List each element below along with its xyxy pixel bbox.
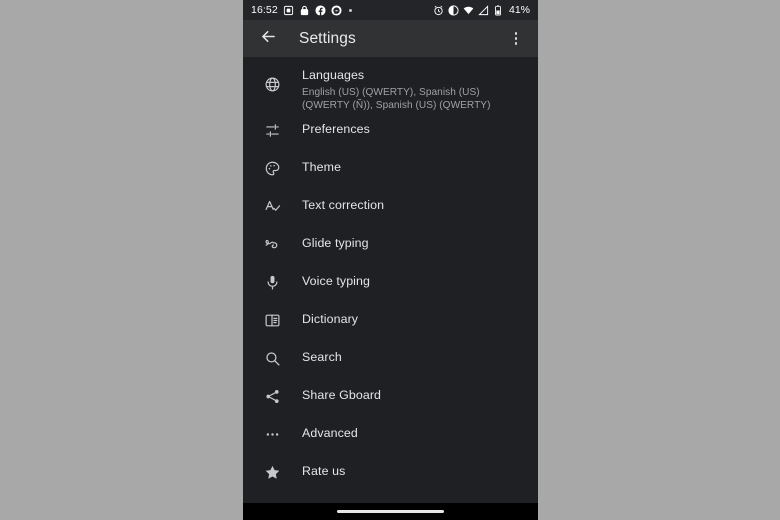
screenshot-canvas: 16:52 41% Settings Languages English (US… <box>0 0 780 520</box>
do-not-disturb-icon <box>448 4 459 16</box>
settings-item-text: Text correction <box>302 198 538 214</box>
settings-item-rate-us[interactable]: Rate us <box>243 453 538 491</box>
language-globe-icon <box>259 76 285 93</box>
tune-sliders-icon <box>259 122 285 139</box>
settings-item-subtitle: English (US) (QWERTY), Spanish (US) (QWE… <box>302 86 491 111</box>
settings-item-title: Share Gboard <box>302 388 382 403</box>
settings-item-text: Rate us <box>302 464 538 480</box>
palette-icon <box>259 160 285 177</box>
settings-item-title: Search <box>302 350 342 365</box>
phone-screen: 16:52 41% Settings Languages English (US… <box>243 0 538 520</box>
status-bar-right-group: 41% <box>433 5 530 16</box>
dictionary-book-icon <box>259 312 285 329</box>
settings-list[interactable]: Languages English (US) (QWERTY), Spanish… <box>243 57 538 503</box>
overflow-menu-button[interactable] <box>506 28 526 50</box>
app-bar: Settings <box>243 20 538 57</box>
settings-item-share-gboard[interactable]: Share Gboard <box>243 377 538 415</box>
settings-item-text-correction[interactable]: Text correction <box>243 187 538 225</box>
back-button[interactable] <box>257 28 279 50</box>
status-bar: 16:52 41% <box>243 0 538 20</box>
overflow-dot <box>514 37 518 40</box>
settings-item-text: Search <box>302 350 538 366</box>
settings-item-text: Languages English (US) (QWERTY), Spanish… <box>302 68 538 112</box>
settings-item-text: Voice typing <box>302 274 538 290</box>
more-notifications-dot <box>348 8 352 12</box>
settings-item-title: Languages <box>302 68 365 82</box>
screenshot-icon <box>283 5 294 16</box>
star-icon <box>259 464 285 481</box>
overflow-dot <box>514 42 518 45</box>
share-icon <box>259 388 285 405</box>
page-title: Settings <box>299 29 356 47</box>
settings-item-theme[interactable]: Theme <box>243 149 538 187</box>
settings-item-text: Theme <box>302 160 538 176</box>
settings-item-text: Preferences <box>302 122 538 138</box>
settings-item-languages[interactable]: Languages English (US) (QWERTY), Spanish… <box>243 57 538 111</box>
settings-item-text: Advanced <box>302 426 538 442</box>
back-arrow-icon <box>259 27 278 51</box>
status-bar-clock: 16:52 <box>251 3 278 16</box>
gesture-glide-icon <box>259 236 285 253</box>
settings-item-title: Dictionary <box>302 312 359 327</box>
settings-item-text: Share Gboard <box>302 388 538 404</box>
search-icon <box>259 350 285 367</box>
alarm-icon <box>433 5 444 16</box>
vpn-key-icon <box>299 5 310 16</box>
settings-item-text: Dictionary <box>302 312 538 328</box>
battery-percentage: 41% <box>508 3 530 16</box>
settings-item-preferences[interactable]: Preferences <box>243 111 538 149</box>
settings-item-glide-typing[interactable]: Glide typing <box>243 225 538 263</box>
settings-item-text: Glide typing <box>302 236 538 252</box>
spellcheck-icon <box>259 198 285 215</box>
settings-item-title: Advanced <box>302 426 358 441</box>
settings-item-dictionary[interactable]: Dictionary <box>243 301 538 339</box>
facebook-messenger-icon <box>331 4 342 16</box>
settings-item-title: Preferences <box>302 122 370 137</box>
home-indicator[interactable] <box>337 510 444 513</box>
settings-item-title: Text correction <box>302 198 385 213</box>
more-horizontal-icon <box>259 426 285 443</box>
wifi-icon <box>463 5 474 16</box>
settings-item-title: Rate us <box>302 464 346 479</box>
signal-icon <box>478 4 489 16</box>
settings-item-voice-typing[interactable]: Voice typing <box>243 263 538 301</box>
settings-item-title: Glide typing <box>302 236 369 251</box>
settings-item-advanced[interactable]: Advanced <box>243 415 538 453</box>
settings-item-search[interactable]: Search <box>243 339 538 377</box>
status-bar-left-group: 16:52 <box>251 5 352 16</box>
settings-item-title: Theme <box>302 160 342 175</box>
overflow-dot <box>514 32 518 35</box>
facebook-icon <box>315 4 326 16</box>
microphone-icon <box>259 274 285 291</box>
settings-item-title: Voice typing <box>302 274 371 289</box>
system-navigation-bar <box>243 503 538 520</box>
battery-icon <box>493 4 504 16</box>
